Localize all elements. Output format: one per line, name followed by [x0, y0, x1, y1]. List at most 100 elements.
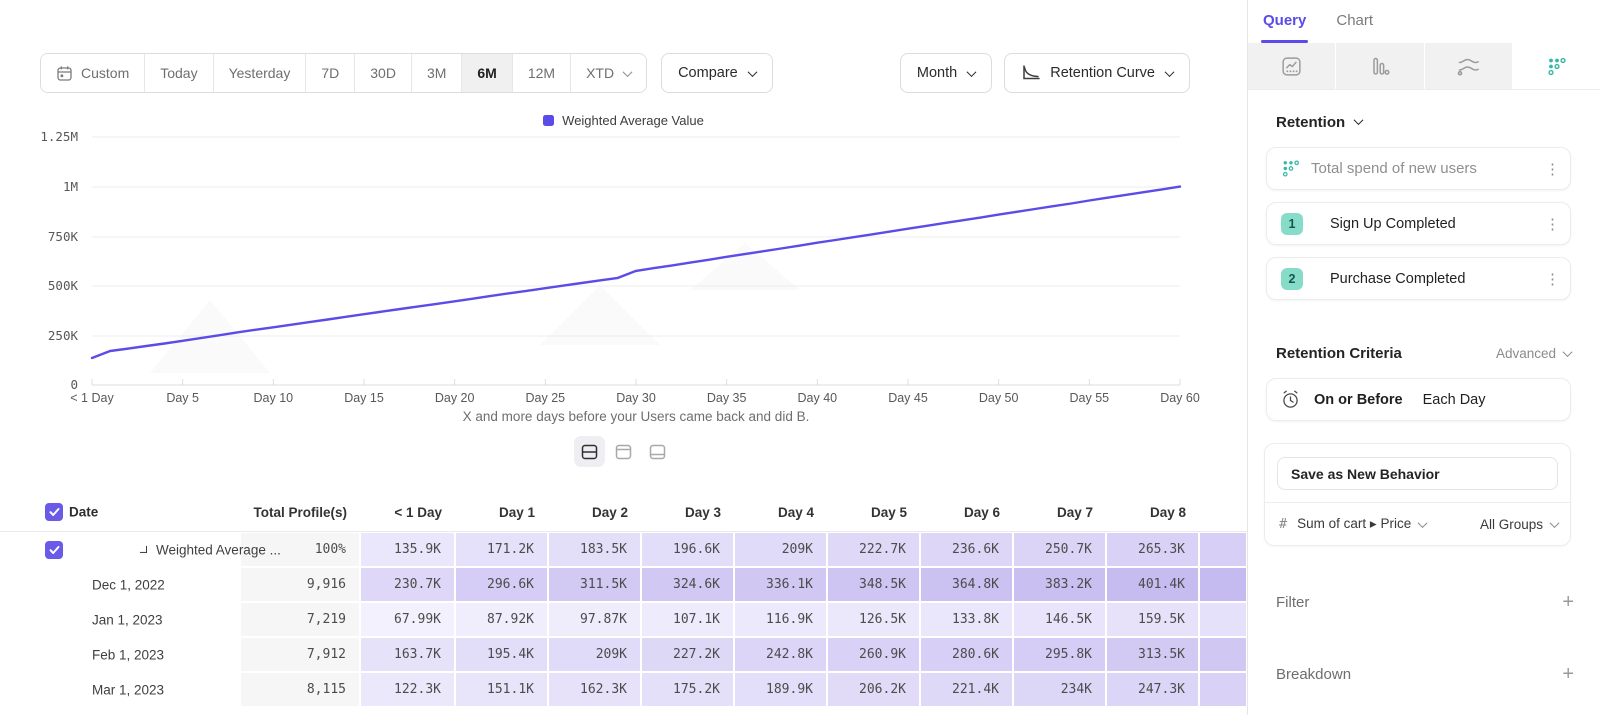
chart-type-dropdown[interactable]: Retention Curve	[1004, 53, 1190, 93]
retention-dots-icon	[1281, 159, 1300, 178]
report-tab-funnel-bars-icon[interactable]	[1336, 43, 1424, 89]
retention-value-cell: 209K	[734, 532, 827, 567]
compare-button[interactable]: Compare	[661, 53, 773, 93]
range-label: Yesterday	[229, 65, 291, 81]
retention-value-cell: 234K	[1013, 672, 1106, 707]
kebab-menu-icon[interactable]: ⋮	[1545, 160, 1560, 178]
chevron-down-icon	[1550, 518, 1560, 528]
split-view-button[interactable]	[574, 436, 605, 467]
select-all-checkbox[interactable]	[45, 503, 63, 521]
y-axis-tick: 250K	[26, 328, 78, 343]
criteria-timing-card[interactable]: On or Before Each Day	[1266, 378, 1571, 421]
x-axis-caption: X and more days before your Users came b…	[92, 409, 1180, 424]
measure-property-dropdown[interactable]: Sum of cart ▸ Price	[1297, 516, 1426, 532]
calendar-icon	[56, 65, 73, 82]
retention-value-cell: 295.8K	[1013, 637, 1106, 672]
range-label: 12M	[528, 65, 555, 81]
retention-value-cell: 122.3K	[360, 672, 455, 707]
sidebar-tabs: Query Chart	[1248, 0, 1600, 43]
column-header: Day 4	[734, 505, 827, 520]
chevron-down-icon	[1354, 115, 1364, 125]
table-header-row: DateTotal Profile(s)< 1 DayDay 1Day 2Day…	[0, 493, 1247, 532]
row-checkbox[interactable]	[45, 541, 63, 559]
x-axis-tick: Day 20	[410, 391, 500, 405]
range-7d[interactable]: 7D	[306, 54, 355, 92]
retention-value-cell: 222.7K	[827, 532, 920, 567]
retention-value-cell: 175.2K	[641, 672, 734, 707]
range-30d[interactable]: 30D	[355, 54, 412, 92]
chevron-down-icon	[1418, 518, 1428, 528]
tab-query[interactable]: Query	[1263, 12, 1306, 43]
row-expander-icon[interactable]	[140, 545, 147, 552]
report-tab-flows-icon[interactable]	[1425, 43, 1513, 89]
retention-value-cell: 260.9K	[827, 637, 920, 672]
retention-value-cell: 171.2K	[455, 532, 548, 567]
range-yesterday[interactable]: Yesterday	[214, 54, 307, 92]
column-header: Day 1	[455, 505, 548, 520]
measure-property-label: Sum of cart ▸ Price	[1297, 516, 1411, 532]
range-3m[interactable]: 3M	[412, 54, 462, 92]
y-axis-tick: 750K	[26, 229, 78, 244]
behavior-card[interactable]: Total spend of new users ⋮	[1266, 147, 1571, 190]
tab-chart[interactable]: Chart	[1336, 12, 1373, 43]
range-label: 30D	[370, 65, 396, 81]
step-number-badge: 1	[1281, 213, 1303, 235]
filter-row: Filter +	[1276, 592, 1574, 612]
breakdown-row: Breakdown +	[1276, 664, 1574, 684]
line-chart-canvas	[0, 125, 1247, 425]
table-row: Dec 1, 20229,916230.7K296.6K311.5K324.6K…	[0, 567, 1247, 602]
range-custom[interactable]: Custom	[41, 54, 145, 92]
retention-value-cell: 116.9K	[734, 602, 827, 637]
retention-analytics-app: CustomToday Yesterday 7D 30D 3M 6M 12M XTD Comp…	[0, 0, 1600, 715]
column-header: Day 7	[1013, 505, 1106, 520]
retention-criteria-label: Retention Criteria	[1276, 345, 1402, 362]
report-tab-insights-icon[interactable]	[1248, 43, 1336, 89]
retention-value-cell: 133.8K	[920, 602, 1013, 637]
alarm-clock-icon	[1280, 389, 1301, 410]
retention-value-cell-partial	[1199, 532, 1247, 567]
chevron-down-icon	[623, 67, 633, 77]
row-label: Dec 1, 2022	[92, 577, 165, 592]
range-xtd[interactable]: XTD	[571, 54, 646, 92]
retention-value-cell: 242.8K	[734, 637, 827, 672]
report-tab-retention-icon[interactable]	[1513, 43, 1600, 89]
chart-view-button[interactable]	[608, 436, 639, 467]
range-6m[interactable]: 6M	[462, 54, 512, 92]
total-profiles-cell: 9,916	[240, 567, 360, 602]
retention-value-cell: 183.5K	[548, 532, 641, 567]
retention-value-cell: 189.9K	[734, 672, 827, 707]
behavior-step-card[interactable]: 1Sign Up Completed⋮	[1266, 202, 1571, 245]
filter-label: Filter	[1276, 594, 1309, 611]
measure-row: # Sum of cart ▸ Price All Groups	[1265, 502, 1570, 545]
behavior-step-card[interactable]: 2Purchase Completed⋮	[1266, 257, 1571, 300]
layout-toggle-group	[0, 436, 1247, 467]
granularity-dropdown[interactable]: Month	[900, 53, 992, 93]
table-row: Weighted Average ...100%135.9K171.2K183.…	[0, 532, 1247, 567]
measure-group-dropdown[interactable]: All Groups	[1480, 517, 1558, 532]
retention-value-cell: 265.3K	[1106, 532, 1199, 567]
column-header: Day 8	[1106, 505, 1199, 520]
add-filter-button[interactable]: +	[1562, 592, 1574, 612]
table-view-button[interactable]	[642, 436, 673, 467]
range-today[interactable]: Today	[145, 54, 213, 92]
retention-value-cell: 383.2K	[1013, 567, 1106, 602]
add-breakdown-button[interactable]: +	[1562, 664, 1574, 684]
y-axis-tick: 1M	[26, 179, 78, 194]
save-as-new-behavior-button[interactable]: Save as New Behavior	[1277, 457, 1558, 490]
range-label: 6M	[477, 65, 496, 81]
x-axis-tick: < 1 Day	[47, 391, 137, 405]
chevron-down-icon	[1563, 347, 1573, 357]
retention-value-cell: 280.6K	[920, 637, 1013, 672]
kebab-menu-icon[interactable]: ⋮	[1545, 215, 1560, 233]
criteria-mode-dropdown[interactable]: Advanced	[1496, 346, 1571, 361]
table-row: Jan 1, 20237,21967.99K87.92K97.87K107.1K…	[0, 602, 1247, 637]
date-range-toolbar: CustomToday Yesterday 7D 30D 3M 6M 12M XTD Comp…	[40, 53, 1190, 93]
retention-value-cell: 250.7K	[1013, 532, 1106, 567]
kebab-menu-icon[interactable]: ⋮	[1545, 270, 1560, 288]
retention-value-cell-partial	[1199, 567, 1247, 602]
retention-value-cell: 162.3K	[548, 672, 641, 707]
range-12m[interactable]: 12M	[513, 54, 571, 92]
retention-curve-icon	[1021, 65, 1041, 81]
report-section-header[interactable]: Retention	[1276, 114, 1600, 131]
retention-value-cell: 151.1K	[455, 672, 548, 707]
